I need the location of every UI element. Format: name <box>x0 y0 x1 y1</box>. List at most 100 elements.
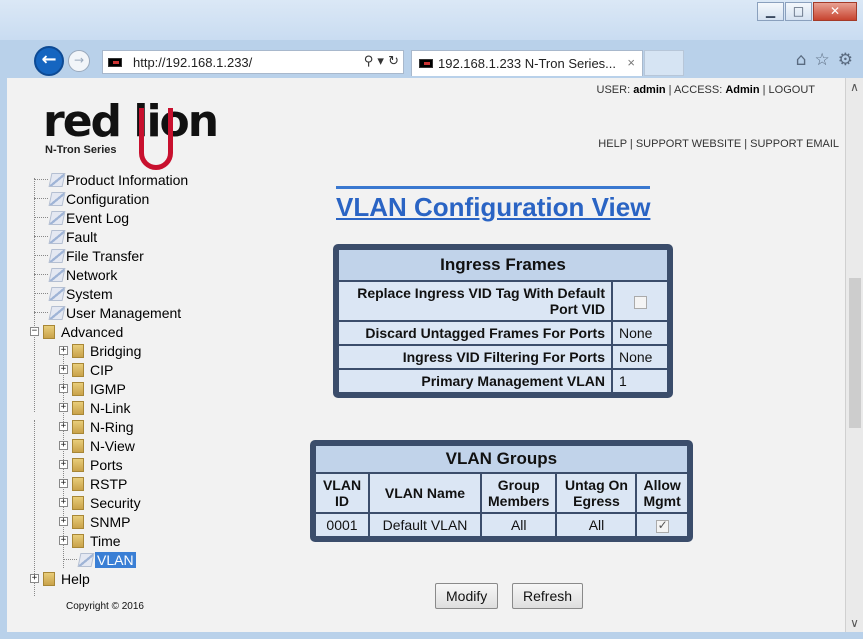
help-link[interactable]: HELP <box>598 138 627 150</box>
folder-icon <box>43 571 55 586</box>
primary-mgmt-vlan-value: 1 <box>613 370 667 392</box>
primary-mgmt-vlan-label: Primary Management VLAN <box>339 370 611 392</box>
tree-item-vlan[interactable]: VLAN <box>63 550 136 569</box>
tree-item-n-link[interactable]: + N-Link <box>59 398 130 417</box>
tree-item-file-transfer[interactable]: File Transfer <box>34 246 144 265</box>
tree-item-event-log[interactable]: Event Log <box>34 208 129 227</box>
page-icon <box>48 305 66 320</box>
tree-item-system[interactable]: System <box>34 284 113 303</box>
ingress-frames-table: Ingress Frames Replace Ingress VID Tag W… <box>337 248 669 394</box>
home-icon[interactable]: ⌂ <box>796 50 807 70</box>
tree-item-n-view[interactable]: + N-View <box>59 436 135 455</box>
tree-item-advanced[interactable]: − Advanced <box>30 322 123 341</box>
expand-icon[interactable]: + <box>59 479 68 488</box>
page-icon <box>77 552 95 567</box>
refresh-button[interactable]: Refresh <box>512 583 584 609</box>
folder-icon <box>72 381 84 396</box>
address-url: http://192.168.1.233/ <box>133 55 253 70</box>
expand-icon[interactable]: + <box>59 460 68 469</box>
tree-item-help[interactable]: + Help <box>30 569 90 588</box>
user-sep: | <box>759 84 769 96</box>
page-icon <box>48 191 66 206</box>
tree-item-cip[interactable]: + CIP <box>59 360 113 379</box>
vertical-scrollbar[interactable]: ∧ ∨ <box>845 78 863 632</box>
column-header-vlan-id: VLAN ID <box>316 474 368 512</box>
back-button[interactable]: ← <box>34 46 64 76</box>
expand-icon[interactable]: + <box>59 536 68 545</box>
replace-vid-label: Replace Ingress VID Tag With Default Por… <box>339 282 611 320</box>
logout-link[interactable]: LOGOUT <box>769 84 815 96</box>
scroll-down-icon[interactable]: ∨ <box>846 616 863 630</box>
tree-item-fault[interactable]: Fault <box>34 227 97 246</box>
expand-icon[interactable]: + <box>59 403 68 412</box>
tree-item-product-information[interactable]: Product Information <box>34 170 188 189</box>
replace-vid-checkbox[interactable] <box>633 295 647 309</box>
support-email-link[interactable]: SUPPORT EMAIL <box>750 138 839 150</box>
address-search-refresh-icons[interactable]: ⚲ ▾ ↻ <box>364 54 399 69</box>
tree-item-network[interactable]: Network <box>34 265 117 284</box>
site-favicon-icon <box>108 58 122 67</box>
tree-item-label: User Management <box>66 304 182 321</box>
expand-icon[interactable]: + <box>59 365 68 374</box>
expand-icon[interactable]: + <box>59 517 68 526</box>
tree-item-rstp[interactable]: + RSTP <box>59 474 127 493</box>
modify-button[interactable]: Modify <box>435 583 499 609</box>
settings-gear-icon[interactable]: ⚙ <box>838 50 853 70</box>
access-label: | ACCESS: <box>665 84 726 96</box>
expand-icon[interactable]: + <box>59 346 68 355</box>
tree-connector <box>34 236 48 237</box>
table-row: 0001 Default VLAN All All <box>316 514 687 536</box>
tab-close-icon[interactable]: × <box>627 55 635 70</box>
tab-title: 192.168.1.233 N-Tron Series... <box>438 56 617 71</box>
window-controls: ▁ □ ✕ <box>756 2 857 21</box>
maximize-button[interactable]: □ <box>785 2 812 21</box>
allow-mgmt-checkbox[interactable] <box>655 518 669 533</box>
tree-item-ports[interactable]: + Ports <box>59 455 123 474</box>
expand-icon[interactable]: + <box>59 384 68 393</box>
tree-item-user-management[interactable]: User Management <box>34 303 181 322</box>
collapse-icon[interactable]: − <box>30 327 39 336</box>
tree-connector <box>63 559 77 560</box>
page-icon <box>48 229 66 244</box>
tree-item-label: Security <box>90 494 141 511</box>
tree-connector <box>34 312 48 313</box>
minimize-button[interactable]: ▁ <box>757 2 784 21</box>
expand-icon[interactable]: + <box>59 441 68 450</box>
column-header-allow-mgmt: Allow Mgmt <box>637 474 687 512</box>
expand-icon[interactable]: + <box>59 422 68 431</box>
tree-item-label: Help <box>61 570 90 587</box>
scroll-up-icon[interactable]: ∧ <box>846 80 863 94</box>
red-lion-logo[interactable]: red lion N-Tron Series <box>43 100 219 170</box>
tree-item-n-ring[interactable]: + N-Ring <box>59 417 134 436</box>
browser-tab[interactable]: 192.168.1.233 N-Tron Series... × <box>411 50 643 76</box>
maximize-icon: □ <box>792 4 805 18</box>
support-website-link[interactable]: SUPPORT WEBSITE <box>636 138 741 150</box>
forward-button[interactable]: → <box>68 50 90 72</box>
help-sep-2: | <box>741 138 751 150</box>
expand-icon[interactable]: + <box>59 498 68 507</box>
folder-icon <box>72 476 84 491</box>
page-icon <box>48 172 66 187</box>
scrollbar-thumb[interactable] <box>849 278 861 428</box>
folder-icon <box>72 495 84 510</box>
close-window-button[interactable]: ✕ <box>813 2 857 21</box>
tree-item-label: Ports <box>90 456 123 473</box>
tree-item-igmp[interactable]: + IGMP <box>59 379 126 398</box>
user-label: USER: <box>596 84 634 96</box>
tree-item-label: RSTP <box>90 475 128 492</box>
tree-item-security[interactable]: + Security <box>59 493 141 512</box>
expand-icon[interactable]: + <box>30 574 39 583</box>
column-header-group-members: Group Members <box>482 474 556 512</box>
address-bar[interactable]: http://192.168.1.233/ ⚲ ▾ ↻ <box>102 50 404 74</box>
tree-item-configuration[interactable]: Configuration <box>34 189 149 208</box>
new-tab-button[interactable] <box>644 50 684 76</box>
tree-item-label: Configuration <box>66 190 150 207</box>
tree-item-snmp[interactable]: + SNMP <box>59 512 130 531</box>
tree-connector <box>34 179 48 180</box>
discard-untagged-label: Discard Untagged Frames For Ports <box>339 322 611 344</box>
folder-icon <box>72 400 84 415</box>
tree-item-bridging[interactable]: + Bridging <box>59 341 141 360</box>
favorites-star-icon[interactable]: ☆ <box>815 50 830 70</box>
tree-item-time[interactable]: + Time <box>59 531 121 550</box>
folder-icon <box>72 533 84 548</box>
